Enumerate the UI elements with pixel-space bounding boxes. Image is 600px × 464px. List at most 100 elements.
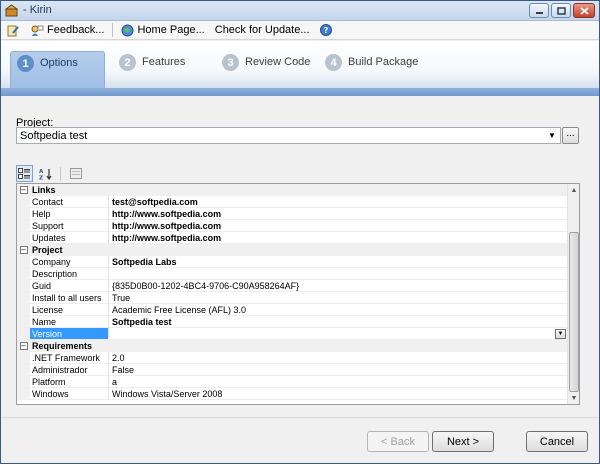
property-row[interactable]: Administrador False [17, 364, 568, 376]
property-value[interactable]: http://www.softpedia.com [109, 232, 568, 244]
property-name: Guid [30, 280, 109, 292]
property-value[interactable]: http://www.softpedia.com [109, 208, 568, 220]
feedback-button[interactable]: Feedback... [28, 22, 106, 39]
property-value[interactable]: Windows Vista/Server 2008 [109, 388, 568, 400]
project-value: Softpedia test [20, 129, 88, 142]
categorized-button[interactable] [16, 165, 33, 182]
banner-strip [1, 88, 599, 96]
toolbar-separator [60, 166, 61, 181]
property-row[interactable]: Windows Windows Vista/Server 2008 [17, 388, 568, 400]
property-row[interactable]: Name Softpedia test [17, 316, 568, 328]
close-icon [579, 6, 589, 15]
step-build-package[interactable]: 4 Build Package [319, 51, 429, 93]
property-grid-toolbar: A Z [16, 165, 84, 182]
svg-text:Z: Z [39, 175, 43, 180]
property-row[interactable]: Description [17, 268, 568, 280]
property-name: Install to all users [30, 292, 109, 304]
maximize-icon [556, 6, 566, 15]
property-row[interactable]: License Academic Free License (AFL) 3.0 [17, 304, 568, 316]
property-value[interactable]: http://www.softpedia.com [109, 220, 568, 232]
vertical-scrollbar[interactable]: ▲ ▼ [567, 184, 579, 404]
property-row[interactable]: Install to all users True [17, 292, 568, 304]
check-update-label: Check for Update... [214, 24, 310, 36]
property-value[interactable] [109, 268, 568, 280]
property-name: License [30, 304, 109, 316]
property-value[interactable]: Softpedia test [109, 316, 568, 328]
window-title: - Kirin [23, 4, 52, 16]
toolbar-dropdown-button[interactable] [5, 22, 22, 39]
property-value[interactable]: ▼ [109, 328, 568, 340]
property-value[interactable]: test@softpedia.com [109, 196, 568, 208]
property-row[interactable]: Help http://www.softpedia.com [17, 208, 568, 220]
property-row[interactable]: Updates http://www.softpedia.com [17, 232, 568, 244]
step-options[interactable]: 1 Options [10, 51, 105, 93]
scroll-up-icon[interactable]: ▲ [568, 184, 579, 196]
footer-divider [1, 417, 599, 418]
step-number: 3 [222, 54, 239, 71]
svg-text:?: ? [323, 26, 328, 35]
minimize-icon [535, 11, 543, 14]
sort-az-icon: A Z [39, 168, 51, 180]
property-row[interactable]: Support http://www.softpedia.com [17, 220, 568, 232]
category-name: Requirements [32, 341, 93, 351]
step-label: Review Code [245, 56, 311, 68]
homepage-label: Home Page... [137, 24, 205, 36]
alphabetical-button[interactable]: A Z [37, 165, 54, 182]
toolbar-separator [112, 23, 114, 37]
collapse-icon[interactable]: – [19, 246, 28, 254]
maximize-button[interactable] [551, 3, 571, 18]
property-name: Contact [30, 196, 109, 208]
feedback-icon [31, 25, 44, 36]
scroll-thumb[interactable] [569, 232, 579, 392]
collapse-icon[interactable]: – [19, 342, 28, 350]
scroll-down-icon[interactable]: ▼ [568, 392, 579, 404]
close-button[interactable] [573, 3, 595, 18]
cancel-button[interactable]: Cancel [526, 431, 588, 452]
dropdown-button[interactable]: ▼ [555, 329, 566, 339]
window-controls [529, 3, 595, 18]
step-features[interactable]: 2 Features [113, 51, 203, 93]
property-row-selected[interactable]: Version ▼ [17, 328, 568, 340]
collapse-icon[interactable]: – [19, 186, 28, 194]
svg-text:A: A [39, 169, 44, 175]
property-row[interactable]: Company Softpedia Labs [17, 256, 568, 268]
step-label: Features [142, 56, 186, 68]
category-links[interactable]: – Links [17, 184, 568, 196]
next-button[interactable]: Next > [432, 431, 494, 452]
home-page-icon [121, 24, 134, 36]
property-name: Version [30, 328, 109, 340]
minimize-button[interactable] [529, 3, 549, 18]
property-value[interactable]: 2.0 [109, 352, 568, 364]
property-name: Name [30, 316, 109, 328]
chevron-down-icon: ▼ [557, 331, 564, 337]
homepage-button[interactable]: Home Page... [119, 22, 206, 39]
property-name: Updates [30, 232, 109, 244]
step-number: 4 [325, 54, 342, 71]
category-requirements[interactable]: – Requirements [17, 340, 568, 352]
title-bar: - Kirin [1, 1, 599, 21]
property-value[interactable]: Academic Free License (AFL) 3.0 [109, 304, 568, 316]
property-value[interactable]: {835D0B00-1202-4BC4-9706-C90A958264AF} [109, 280, 568, 292]
property-grid[interactable]: – Links Contact test@softpedia.com Help … [16, 183, 580, 405]
property-value[interactable]: False [109, 364, 568, 376]
back-button[interactable]: < Back [367, 431, 429, 452]
property-name: Platform [30, 376, 109, 388]
project-select[interactable]: Softpedia test ▼ [16, 127, 561, 144]
property-row[interactable]: Guid {835D0B00-1202-4BC4-9706-C90A958264… [17, 280, 568, 292]
property-pages-icon [69, 168, 82, 179]
feedback-label: Feedback... [47, 24, 105, 36]
property-name: Windows [30, 388, 109, 400]
check-update-button[interactable]: Check for Update... [213, 22, 312, 39]
help-button[interactable]: ? [318, 22, 334, 39]
browse-button[interactable]: ... [562, 127, 579, 144]
property-value[interactable]: a [109, 376, 568, 388]
property-row[interactable]: Contact test@softpedia.com [17, 196, 568, 208]
help-icon: ? [319, 24, 332, 36]
category-project[interactable]: – Project [17, 244, 568, 256]
property-row[interactable]: Platform a [17, 376, 568, 388]
property-pages-button[interactable] [67, 165, 84, 182]
property-value[interactable]: Softpedia Labs [109, 256, 568, 268]
property-row[interactable]: .NET Framework 2.0 [17, 352, 568, 364]
step-review-code[interactable]: 3 Review Code [216, 51, 316, 93]
property-value[interactable]: True [109, 292, 568, 304]
